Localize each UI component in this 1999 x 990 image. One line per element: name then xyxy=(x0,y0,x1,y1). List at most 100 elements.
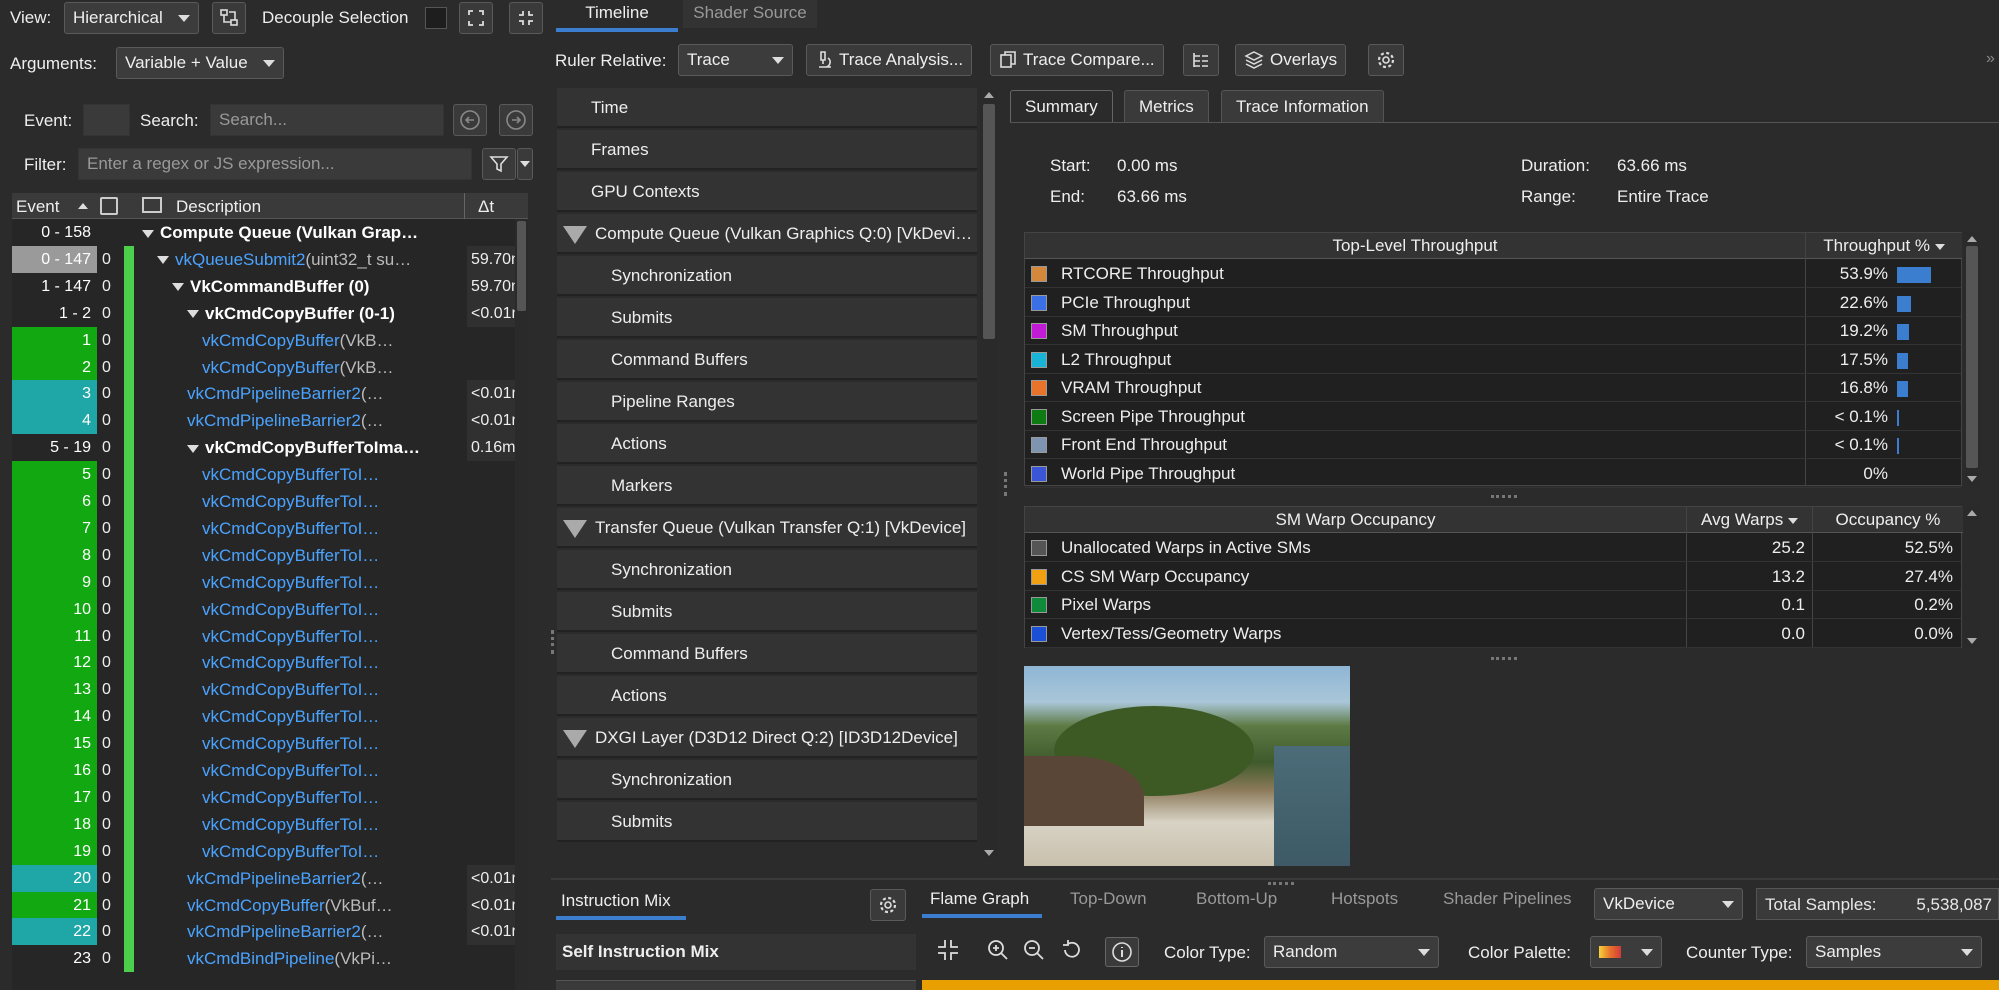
timeline-row[interactable]: GPU Contexts xyxy=(557,172,977,212)
graph-layout-icon[interactable] xyxy=(212,2,246,34)
timeline-row[interactable]: Transfer Queue (Vulkan Transfer Q:1) [Vk… xyxy=(557,508,977,548)
api-call-link[interactable]: vkCmdCopyBuffer xyxy=(202,331,340,350)
event-description[interactable]: vkCmdCopyBufferToI… xyxy=(202,596,464,623)
event-description[interactable]: vkCmdBindPipeline(VkPi… xyxy=(187,945,464,972)
settings-gear-icon[interactable] xyxy=(870,889,906,921)
event-description[interactable]: vkCmdCopyBufferToIma… xyxy=(187,434,464,461)
column-header-description[interactable]: Description xyxy=(176,197,261,217)
api-call-link[interactable]: vkCmdCopyBufferToI… xyxy=(202,842,379,861)
throughput-row[interactable]: Front End Throughput < 0.1% xyxy=(1025,431,1961,459)
event-input[interactable] xyxy=(83,104,130,136)
scroll-up-icon[interactable] xyxy=(1967,510,1977,516)
table-row[interactable]: 11 0 vkCmdCopyBufferToI… xyxy=(12,622,528,650)
timeline-row[interactable]: Synchronization xyxy=(557,760,977,800)
splitter-handle[interactable] xyxy=(551,630,554,654)
table-row[interactable]: 0 - 147 0 vkQueueSubmit2(uint32_t su… 59.70… xyxy=(12,245,528,273)
expand-triangle-icon[interactable] xyxy=(157,256,169,265)
api-call-link[interactable]: vkCmdCopyBufferToI… xyxy=(202,492,379,511)
arguments-select[interactable]: Variable + Value xyxy=(116,47,284,79)
event-description[interactable]: vkCmdCopyBuffer (0-1) xyxy=(187,300,464,327)
timeline-row[interactable]: Pipeline Ranges xyxy=(557,382,977,422)
tab-instruction-mix[interactable]: Instruction Mix xyxy=(561,891,671,911)
table-row[interactable]: 2 0 vkCmdCopyBuffer(VkB… xyxy=(12,353,528,381)
throughput-row[interactable]: RTCORE Throughput 53.9% xyxy=(1025,260,1961,288)
event-description[interactable]: vkCmdPipelineBarrier2(… xyxy=(187,865,464,892)
expand-triangle-icon[interactable] xyxy=(142,229,154,238)
tab-shader-pipelines[interactable]: Shader Pipelines xyxy=(1443,889,1572,909)
scrollbar-thumb[interactable] xyxy=(517,221,526,311)
tab-bottom-up[interactable]: Bottom-Up xyxy=(1196,889,1277,909)
filter-input[interactable]: Enter a regex or JS expression... xyxy=(78,148,472,180)
settings-gear-icon[interactable] xyxy=(1368,44,1404,76)
throughput-row[interactable]: Screen Pipe Throughput < 0.1% xyxy=(1025,403,1961,431)
table-row[interactable]: 17 0 vkCmdCopyBufferToI… xyxy=(12,783,528,811)
api-call-link[interactable]: vkCmdCopyBufferToI… xyxy=(202,573,379,592)
table-row[interactable]: 9 0 vkCmdCopyBufferToI… xyxy=(12,568,528,596)
event-description[interactable]: vkCmdCopyBufferToI… xyxy=(202,676,464,703)
api-call-link[interactable]: vkCmdPipelineBarrier2 xyxy=(187,384,361,403)
expand-icon[interactable] xyxy=(459,2,493,34)
decouple-selection-checkbox[interactable] xyxy=(425,7,447,29)
api-call-link[interactable]: vkCmdCopyBufferToI… xyxy=(202,680,379,699)
column-header-delta-t[interactable]: Δt xyxy=(478,197,494,217)
api-call-link[interactable]: vkCmdPipelineBarrier2 xyxy=(187,922,361,941)
event-description[interactable]: vkCmdCopyBufferToI… xyxy=(202,784,464,811)
event-description[interactable]: vkCmdCopyBufferToI… xyxy=(202,757,464,784)
throughput-header-percent[interactable]: Throughput % xyxy=(1806,233,1962,259)
api-call-link[interactable]: vkCmdCopyBufferToI… xyxy=(202,465,379,484)
table-row[interactable]: 10 0 vkCmdCopyBufferToI… xyxy=(12,595,528,623)
timeline-row[interactable]: Frames xyxy=(557,130,977,170)
api-call-link[interactable]: vkCmdCopyBufferToI… xyxy=(202,761,379,780)
expand-triangle-icon[interactable] xyxy=(187,444,199,453)
throughput-scrollbar[interactable] xyxy=(1964,232,1980,486)
api-call-link[interactable]: vkQueueSubmit2 xyxy=(175,250,305,269)
counter-type-select[interactable]: Samples xyxy=(1806,936,1982,968)
color-type-select[interactable]: Random xyxy=(1264,936,1439,968)
scroll-down-icon[interactable] xyxy=(984,850,994,856)
api-call-link[interactable]: vkCmdCopyBuffer xyxy=(187,896,325,915)
api-call-link[interactable]: vkCmdCopyBufferToI… xyxy=(202,734,379,753)
timeline-row[interactable]: DXGI Layer (D3D12 Direct Q:2) [ID3D12Dev… xyxy=(557,718,977,758)
zoom-in-icon[interactable] xyxy=(986,938,1014,966)
api-call-link[interactable]: vkCmdCopyBuffer xyxy=(202,358,340,377)
table-row[interactable]: 3 0 vkCmdPipelineBarrier2(… <0.01m xyxy=(12,380,528,408)
reset-icon[interactable] xyxy=(1060,938,1088,966)
table-row[interactable]: 4 0 vkCmdPipelineBarrier2(… <0.01m xyxy=(12,407,528,435)
expand-triangle-icon[interactable] xyxy=(187,310,199,319)
warp-row[interactable]: Vertex/Tess/Geometry Warps 0.0 0.0% xyxy=(1025,620,1961,648)
timeline-scrollbar[interactable] xyxy=(980,90,998,858)
splitter-handle[interactable] xyxy=(1491,657,1517,660)
event-description[interactable]: vkCmdPipelineBarrier2(… xyxy=(187,380,464,407)
filter-menu-chevron-icon[interactable] xyxy=(517,148,533,180)
api-call-link[interactable]: vkCmdCopyBufferToI… xyxy=(202,627,379,646)
event-description[interactable]: vkCmdCopyBufferToI… xyxy=(202,623,464,650)
column-header-event[interactable]: Event xyxy=(16,197,59,217)
tab-timeline[interactable]: Timeline xyxy=(556,0,678,28)
collapse-panel-icon[interactable]: » xyxy=(1986,50,1995,68)
event-description[interactable]: vkCmdCopyBufferToI… xyxy=(202,649,464,676)
warps-header-avg[interactable]: Avg Warps xyxy=(1687,507,1812,533)
table-row[interactable]: 12 0 vkCmdCopyBufferToI… xyxy=(12,649,528,677)
event-table-scrollbar[interactable] xyxy=(515,219,528,990)
scroll-down-icon[interactable] xyxy=(1967,476,1977,482)
throughput-row[interactable]: PCIe Throughput 22.6% xyxy=(1025,289,1961,317)
table-row[interactable]: 21 0 vkCmdCopyBuffer(VkBuf… <0.01m xyxy=(12,891,528,919)
tree-view-icon[interactable] xyxy=(1183,44,1219,76)
warp-row[interactable]: CS SM Warp Occupancy 13.2 27.4% xyxy=(1025,563,1961,591)
table-row[interactable]: 6 0 vkCmdCopyBufferToI… xyxy=(12,488,528,515)
warp-row[interactable]: Unallocated Warps in Active SMs 25.2 52.5% xyxy=(1025,534,1961,562)
api-call-link[interactable]: vkCmdCopyBufferToI… xyxy=(202,815,379,834)
trace-analysis-button[interactable]: Trace Analysis... xyxy=(806,44,973,76)
api-call-link[interactable]: vkCmdCopyBufferToI… xyxy=(202,546,379,565)
color-palette-select[interactable] xyxy=(1590,936,1662,968)
splitter-handle[interactable] xyxy=(1268,882,1294,885)
event-description[interactable]: vkCmdCopyBufferToI… xyxy=(202,461,464,488)
event-description[interactable]: vkCmdCopyBufferToI… xyxy=(202,515,464,542)
filter-icon[interactable] xyxy=(482,148,516,180)
api-call-link[interactable]: vkCmdCopyBufferToI… xyxy=(202,788,379,807)
api-call-link[interactable]: vkCmdPipelineBarrier2 xyxy=(187,411,361,430)
warp-row[interactable]: Pixel Warps 0.1 0.2% xyxy=(1025,591,1961,619)
table-row[interactable]: 13 0 vkCmdCopyBufferToI… xyxy=(12,676,528,704)
event-description[interactable]: vkCmdCopyBufferToI… xyxy=(202,488,464,515)
info-icon[interactable] xyxy=(1105,937,1139,967)
